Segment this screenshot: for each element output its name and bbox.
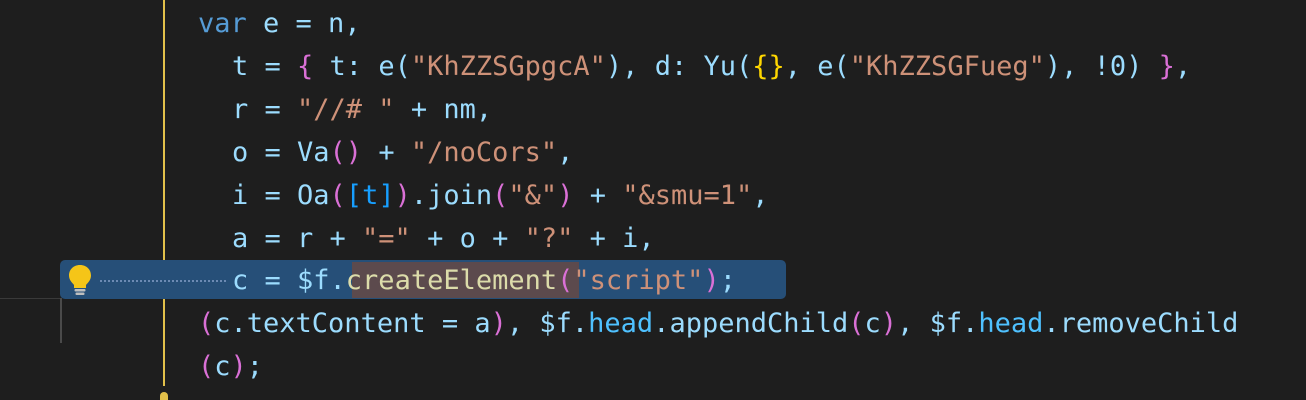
token-bracket: ( xyxy=(329,180,346,211)
token-text: o = Va xyxy=(232,137,330,168)
token-string: "//# " xyxy=(297,94,395,125)
token-text: a = r + xyxy=(232,223,363,254)
token-text: r = xyxy=(232,94,298,125)
token-bracket: ) xyxy=(394,180,411,211)
code-line-2[interactable]: t = { t: e("KhZZSGpgcA"), d: Yu({}, e("K… xyxy=(0,45,1191,88)
token-text: , $f. xyxy=(506,308,589,339)
token-bracket: ) xyxy=(230,351,247,382)
token-string: "=" xyxy=(362,223,411,254)
token-text: e = n, xyxy=(246,8,361,39)
token-text: ; xyxy=(246,351,264,382)
code-line-7[interactable]: c = $f.createElement("script"); xyxy=(0,259,736,302)
token-bracket: ) xyxy=(880,308,898,339)
token-bracket: ) xyxy=(703,265,720,296)
token-text: , xyxy=(557,137,574,168)
token-text: c = $f. xyxy=(232,265,346,296)
token-text: .join xyxy=(410,180,493,211)
token-text: c xyxy=(214,351,231,382)
token-bracket: ( xyxy=(198,308,215,339)
indent-guide-active xyxy=(163,0,165,386)
token-bracket: [t] xyxy=(345,180,395,211)
token-text: ), !0) xyxy=(1044,51,1159,82)
token-text: + xyxy=(362,137,411,168)
code-line-1[interactable]: var e = n, xyxy=(0,2,361,45)
token-keyword: var xyxy=(198,8,247,39)
token-bracket: ) xyxy=(557,180,574,211)
token-text: , $f. xyxy=(897,308,979,339)
token-bracket: } xyxy=(1158,51,1175,82)
token-text: + o + xyxy=(410,223,525,254)
whitespace-dots xyxy=(100,280,226,282)
token-bracket: () xyxy=(329,137,363,168)
code-line-8[interactable]: (c.textContent = a), $f.head.appendChild… xyxy=(0,302,1238,345)
token-bracket: ( xyxy=(848,308,865,339)
token-text: , xyxy=(1174,51,1192,82)
token-text: t = xyxy=(232,51,298,82)
token-string: "?" xyxy=(524,223,574,254)
token-text: c.textContent = a xyxy=(214,308,491,339)
token-property: head xyxy=(978,308,1044,339)
code-editor[interactable]: var e = n, t = { t: e("KhZZSGpgcA"), d: … xyxy=(0,0,1306,400)
lightbulb-icon[interactable] xyxy=(66,263,94,297)
token-bracket: {} xyxy=(752,51,785,82)
token-function: createElement xyxy=(345,265,558,296)
token-bracket: ( xyxy=(557,265,574,296)
token-string: "&smu=1" xyxy=(622,180,753,211)
token-text: c xyxy=(864,308,881,339)
code-line-3[interactable]: r = "//# " + nm, xyxy=(0,88,492,131)
token-bracket: { xyxy=(297,51,314,82)
token-text: t: e( xyxy=(313,51,411,82)
token-string: "KhZZSGFueg" xyxy=(849,51,1045,82)
token-text: i = Oa xyxy=(232,180,330,211)
token-string: "KhZZSGpgcA" xyxy=(410,51,606,82)
token-text: .removeChild xyxy=(1043,308,1239,339)
token-bracket: ) xyxy=(490,308,507,339)
code-line-5[interactable]: i = Oa([t]).join("&") + "&smu=1", xyxy=(0,174,769,217)
token-text: ; xyxy=(719,265,736,296)
token-text: , xyxy=(752,180,769,211)
token-bracket: ( xyxy=(492,180,509,211)
code-line-6[interactable]: a = r + "=" + o + "?" + i, xyxy=(0,217,655,260)
token-text: + xyxy=(573,180,623,211)
token-text: ), d: Yu( xyxy=(605,51,753,82)
token-text: .appendChild xyxy=(653,308,849,339)
token-text: , e( xyxy=(784,51,850,82)
token-property: head xyxy=(588,308,654,339)
token-text: + nm, xyxy=(394,94,493,125)
code-line-4[interactable]: o = Va() + "/noCors", xyxy=(0,131,573,174)
code-line-9[interactable]: (c); xyxy=(0,345,263,388)
token-text: + i, xyxy=(573,223,655,254)
token-string: "/noCors" xyxy=(410,137,558,168)
token-string: "&" xyxy=(508,180,558,211)
token-bracket: ( xyxy=(198,351,215,382)
indent-guide-tip xyxy=(160,392,168,400)
token-string: "script" xyxy=(573,265,704,296)
